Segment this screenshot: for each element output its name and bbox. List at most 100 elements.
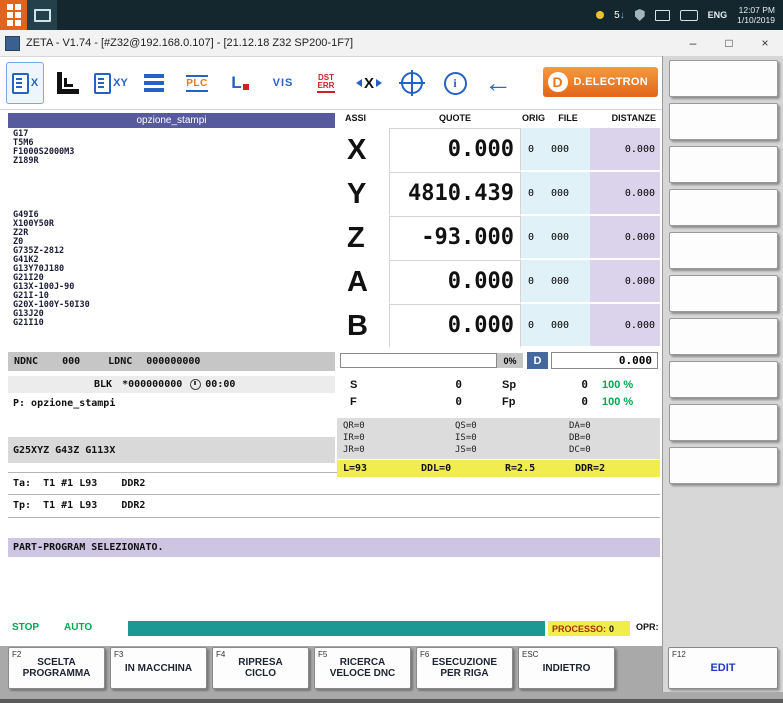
- crosshair-icon: [401, 72, 423, 94]
- axis-orig: 0: [521, 216, 546, 260]
- axis-file: 000: [546, 304, 590, 348]
- blk-label: BLK: [94, 379, 113, 390]
- axis-file: 000: [546, 172, 590, 216]
- gcode-line: F1000S2000M3: [13, 147, 75, 157]
- axis-distance: 0.000: [590, 172, 660, 216]
- d-value: 0.000: [551, 352, 658, 369]
- message-banner: PART-PROGRAM SELEZIONATO.: [8, 538, 660, 557]
- ndnc-value: 000: [62, 356, 81, 367]
- main-toolbar: X XY PLC L VIS DST ERR X i ← D D.ELECTRON: [0, 57, 662, 110]
- col-quote: QUOTE: [438, 113, 471, 123]
- os-date: 1/10/2019: [737, 15, 775, 25]
- fkey-edit[interactable]: F12 EDIT: [668, 647, 778, 689]
- processo-label: PROCESSO:: [552, 623, 607, 634]
- gcode-line: G13X-100J-90: [13, 282, 75, 292]
- axis-distance: 0.000: [590, 128, 660, 172]
- softkey-column: [662, 56, 783, 692]
- softkey-blank-8[interactable]: [669, 361, 778, 398]
- softkey-blank-6[interactable]: [669, 275, 778, 312]
- language-indicator[interactable]: ENG: [708, 10, 728, 20]
- plc-icon[interactable]: PLC: [178, 62, 216, 104]
- gcode-line: Z2R: [13, 228, 29, 238]
- axis-row-x: X 0.000 0 000 0.000: [337, 128, 660, 172]
- gcode-line: [13, 166, 335, 175]
- selected-program-line: P: opzione_stampi: [13, 397, 116, 409]
- gcode-line: G49I6: [13, 210, 39, 220]
- shield-tray-icon[interactable]: [634, 9, 645, 21]
- gcode-line: G13J20: [13, 309, 44, 319]
- delete-block-icon[interactable]: X: [350, 62, 388, 104]
- f-label: F: [350, 395, 357, 408]
- gcode-listing[interactable]: G17 T5M6 F1000S2000M3 Z189R G49I6 X100Y5…: [8, 128, 335, 352]
- softkey-blank-7[interactable]: [669, 318, 778, 355]
- softkey-blank-3[interactable]: [669, 146, 778, 183]
- monitor-icon: [33, 8, 51, 22]
- axes-table: X 0.000 0 000 0.000 Y 4810.439 0 000 0.0…: [337, 128, 660, 348]
- gcode-line: Z189R: [13, 156, 39, 166]
- softkey-blank-10[interactable]: [669, 447, 778, 484]
- keyboard-tray-icon[interactable]: [679, 9, 698, 21]
- download-tray-icon[interactable]: 5↓: [614, 10, 625, 21]
- axes-program-icon[interactable]: XY: [92, 62, 130, 104]
- target-icon[interactable]: [393, 62, 431, 104]
- softkey-blank-2[interactable]: [669, 103, 778, 140]
- logic-l-icon[interactable]: L: [221, 62, 259, 104]
- red-square-icon: [242, 84, 249, 90]
- list-icon[interactable]: [135, 62, 173, 104]
- softkey-blank-1[interactable]: [669, 60, 778, 97]
- axis-orig: 0: [521, 304, 546, 348]
- softkey-blank-9[interactable]: [669, 404, 778, 441]
- col-orig: ORIG: [521, 113, 545, 123]
- dst-err-icon[interactable]: DST ERR: [307, 62, 345, 104]
- close-button[interactable]: ×: [747, 30, 783, 56]
- tool-data-row: L=93 DDL=0 R=2.5 DDR=2: [337, 460, 660, 477]
- fkey-ripresa-ciclo[interactable]: F4 RIPRESA CICLO: [212, 647, 309, 689]
- remote-desktop-icon[interactable]: [27, 0, 57, 30]
- blocks-icon[interactable]: [49, 62, 87, 104]
- os-taskbar: 5↓ ENG 12:07 PM 1/10/2019: [0, 0, 783, 30]
- fkey-in-macchina[interactable]: F3 IN MACCHINA: [110, 647, 207, 689]
- fkey-indietro[interactable]: ESC INDIETRO: [518, 647, 615, 689]
- zeta-cnc-screen: 5↓ ENG 12:07 PM 1/10/2019 ZETA - V1.74 -…: [0, 0, 783, 703]
- fkey-ricerca-veloce-dnc[interactable]: F5 RICERCA VELOCE DNC: [314, 647, 411, 689]
- right-arrowhead-icon: [376, 79, 382, 87]
- axis-row-y: Y 4810.439 0 000 0.000: [337, 172, 660, 216]
- gcode-line: G13Y70J180: [13, 264, 65, 274]
- gcode-line: X100Y50R: [13, 219, 54, 229]
- gcode-line: [13, 184, 335, 193]
- fkey-esecuzione-per-riga[interactable]: F6 ESECUZIONE PER RIGA: [416, 647, 513, 689]
- minimize-button[interactable]: –: [675, 30, 711, 56]
- delectron-logo-text: D.ELECTRON: [573, 76, 648, 88]
- softkey-blank-5[interactable]: [669, 232, 778, 269]
- status-progress-strip: [128, 621, 545, 636]
- ndnc-label: NDNC: [14, 356, 39, 367]
- softkey-blank-4[interactable]: [669, 189, 778, 226]
- fp-value: 0: [581, 395, 588, 408]
- mode-status: AUTO: [64, 622, 93, 633]
- register-row: JR=0 JS=0 DC=0: [343, 445, 591, 455]
- col-file: FILE: [558, 113, 578, 123]
- document-icon: [94, 72, 112, 94]
- register-block: QR=0 QS=0 DA=0 IR=0 IS=0 DB=0 JR=0 JS=0 DC=0: [337, 418, 660, 459]
- network-tray-icon[interactable]: [654, 9, 670, 21]
- vis-icon[interactable]: VIS: [264, 62, 302, 104]
- key-tray-icon[interactable]: [596, 11, 605, 19]
- blk-time: 00:00: [205, 379, 236, 390]
- orange-grid-app-icon[interactable]: [0, 0, 27, 30]
- s-value: 0: [455, 378, 462, 391]
- blk-status-row: BLK *000000000 00:00: [8, 376, 335, 393]
- part-program-icon[interactable]: X: [6, 62, 44, 104]
- active-g-functions: G25XYZ G43Z G113X: [8, 437, 335, 463]
- fkey-scelta-programma[interactable]: F2 SCELTA PROGRAMMA: [8, 647, 105, 689]
- register-row: IR=0 IS=0 DB=0: [343, 433, 591, 443]
- clock-tray[interactable]: 12:07 PM 1/10/2019: [737, 5, 775, 25]
- info-icon[interactable]: i: [436, 62, 474, 104]
- gcode-line: [13, 175, 335, 184]
- axis-file: 000: [546, 128, 590, 172]
- maximize-button[interactable]: □: [711, 30, 747, 56]
- back-arrow-icon[interactable]: ←: [479, 62, 517, 104]
- app-icon: [5, 35, 20, 51]
- delectron-logo: D D.ELECTRON: [542, 67, 658, 97]
- sp-label: Sp: [502, 378, 517, 391]
- gcode-line: G735Z-2812: [13, 246, 65, 256]
